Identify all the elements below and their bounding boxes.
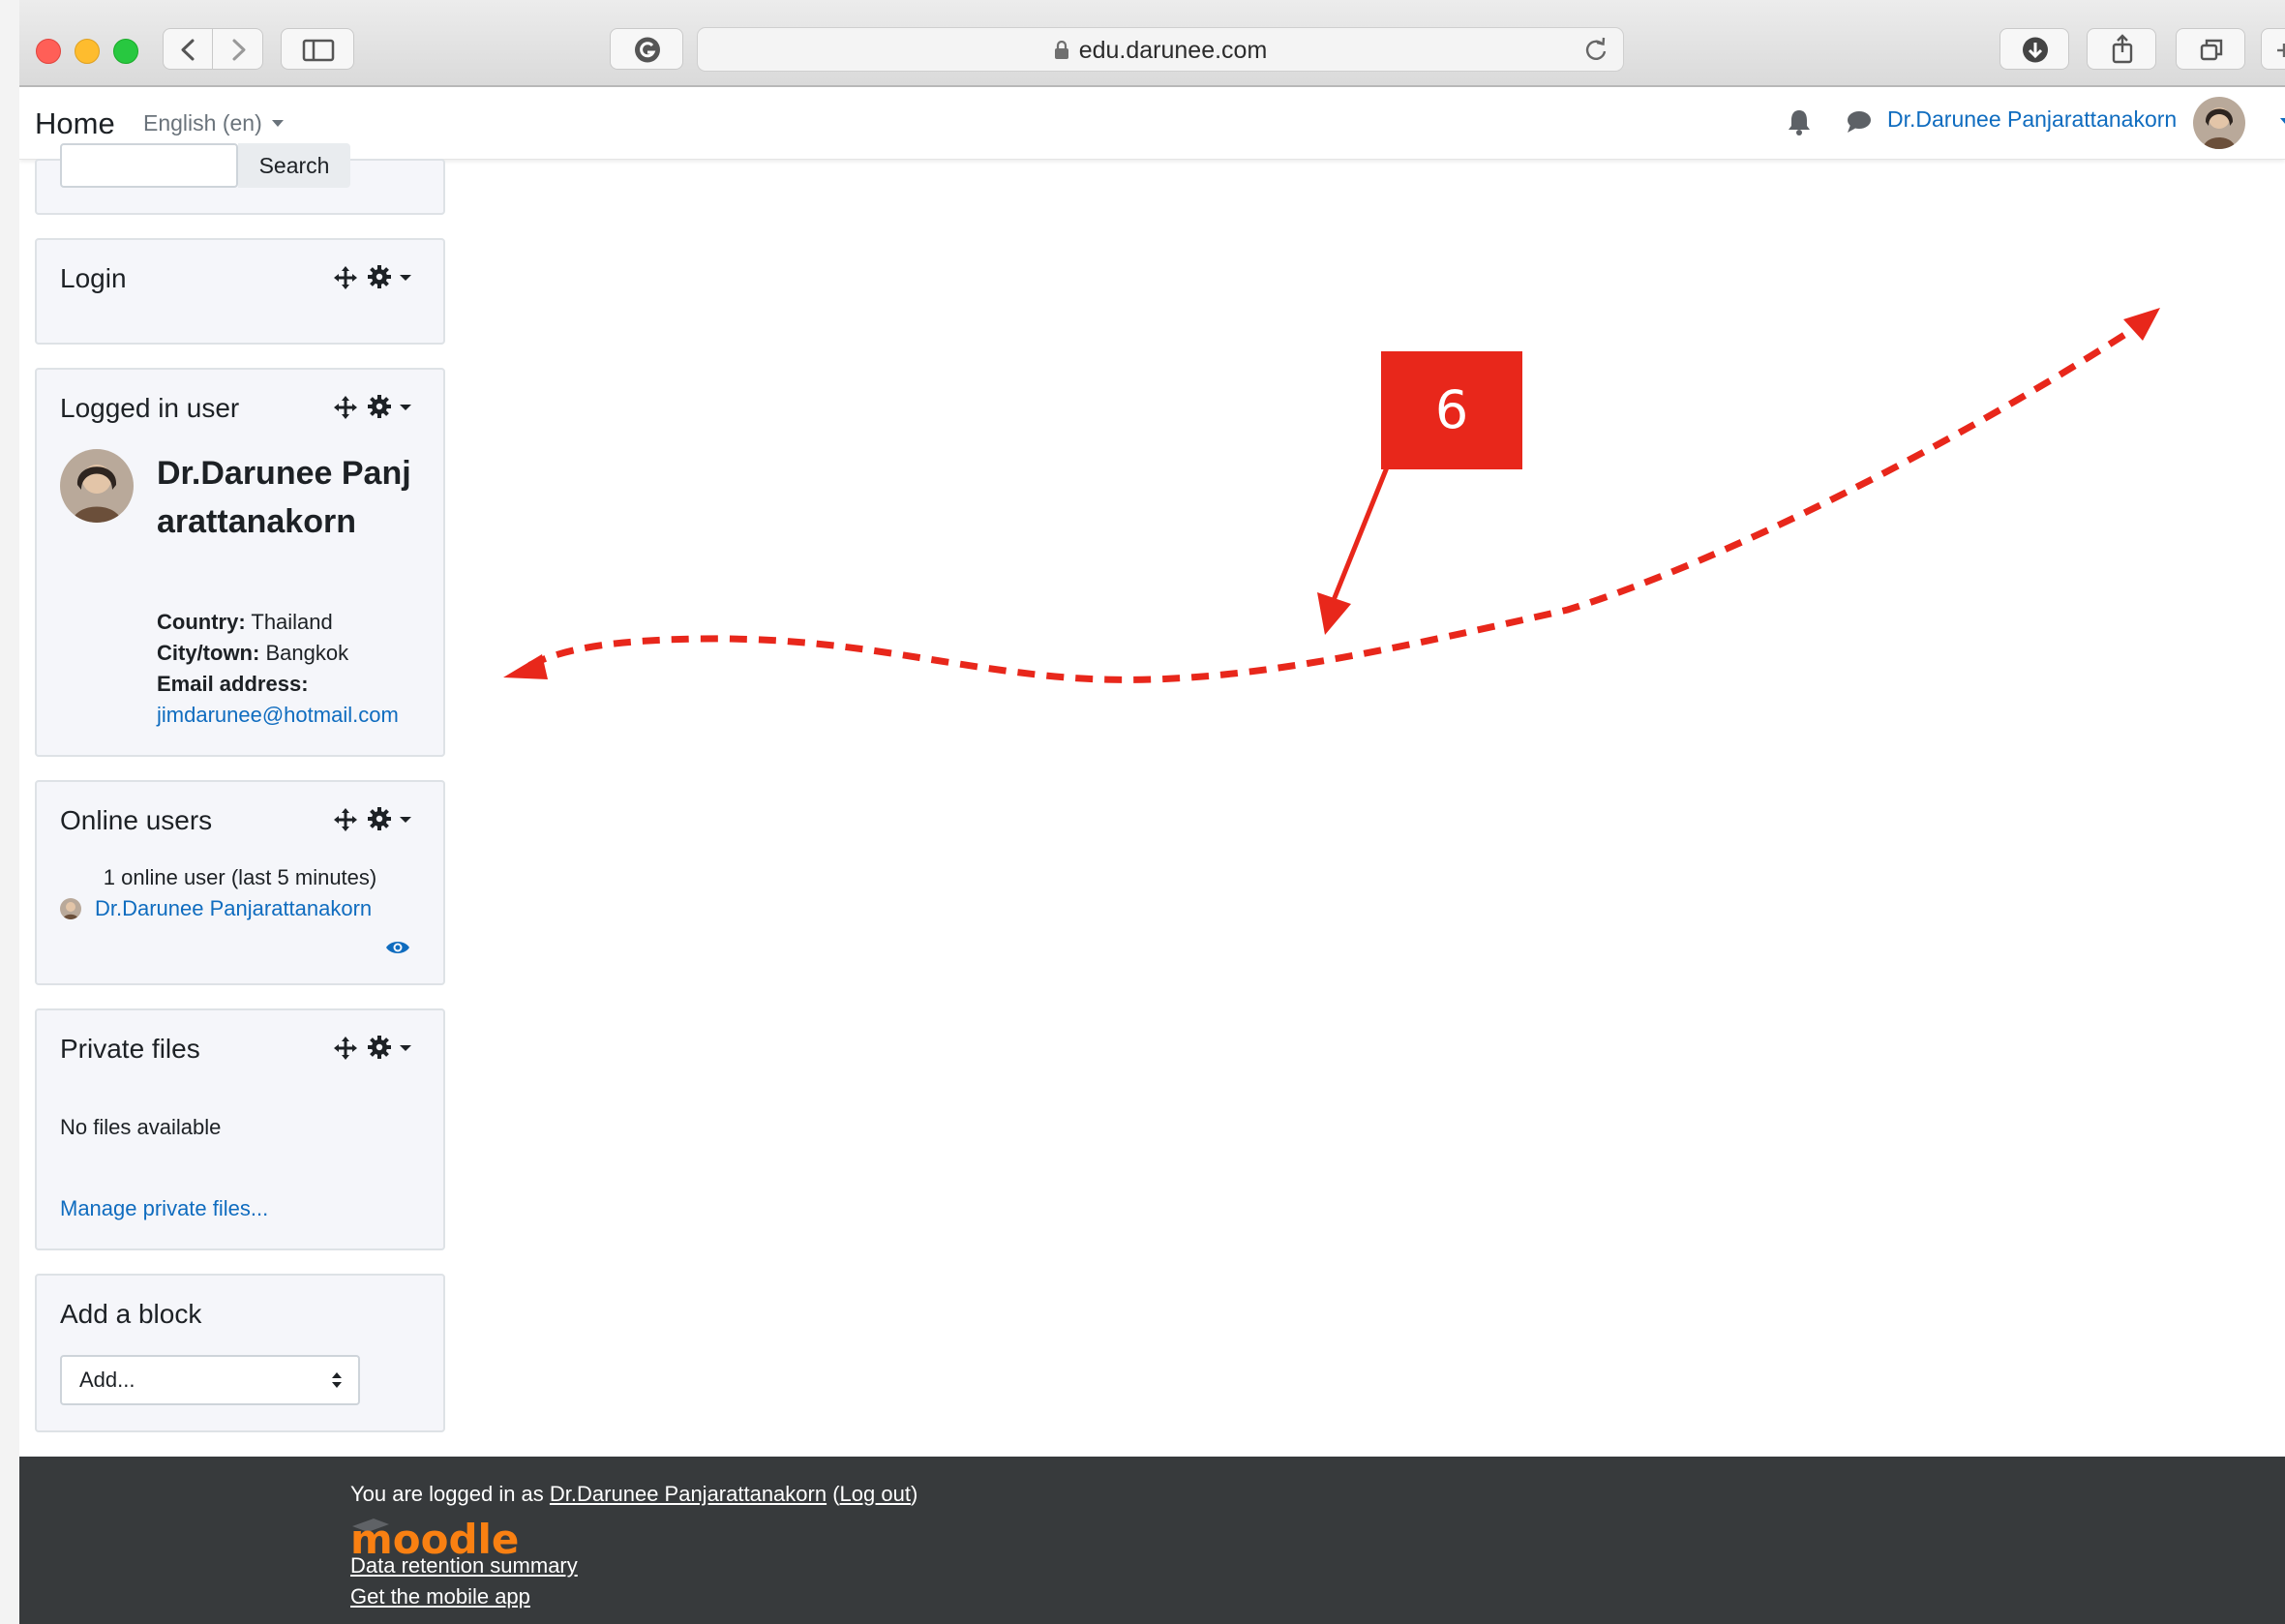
mobile-app-link[interactable]: Get the mobile app xyxy=(350,1584,530,1609)
footer-login-info: You are logged in as Dr.Darunee Panjarat… xyxy=(350,1482,917,1507)
footer-user-link[interactable]: Dr.Darunee Panjarattanakorn xyxy=(550,1482,827,1506)
data-retention-link[interactable]: Data retention summary xyxy=(350,1553,578,1579)
window-left-edge xyxy=(0,0,19,1624)
annotation-overlay xyxy=(503,308,2160,683)
paren-close: ) xyxy=(910,1482,918,1506)
arrowhead-icon xyxy=(2123,308,2160,341)
page-footer: You are logged in as Dr.Darunee Panjarat… xyxy=(19,1457,2285,1624)
step-callout: 6 xyxy=(1381,351,1522,469)
paren-open: ( xyxy=(832,1482,840,1506)
arrowhead-icon xyxy=(503,654,548,679)
arrowhead-icon xyxy=(1317,592,1351,635)
moodle-logo[interactable]: moodle xyxy=(350,1513,525,1559)
callout-pointer-arrow xyxy=(1317,466,1390,635)
logged-in-prefix: You are logged in as xyxy=(350,1482,544,1506)
browser-window: edu.darunee.com Home English (en) Dr.Dar… xyxy=(19,0,2285,1624)
logout-link[interactable]: Log out xyxy=(840,1482,911,1506)
